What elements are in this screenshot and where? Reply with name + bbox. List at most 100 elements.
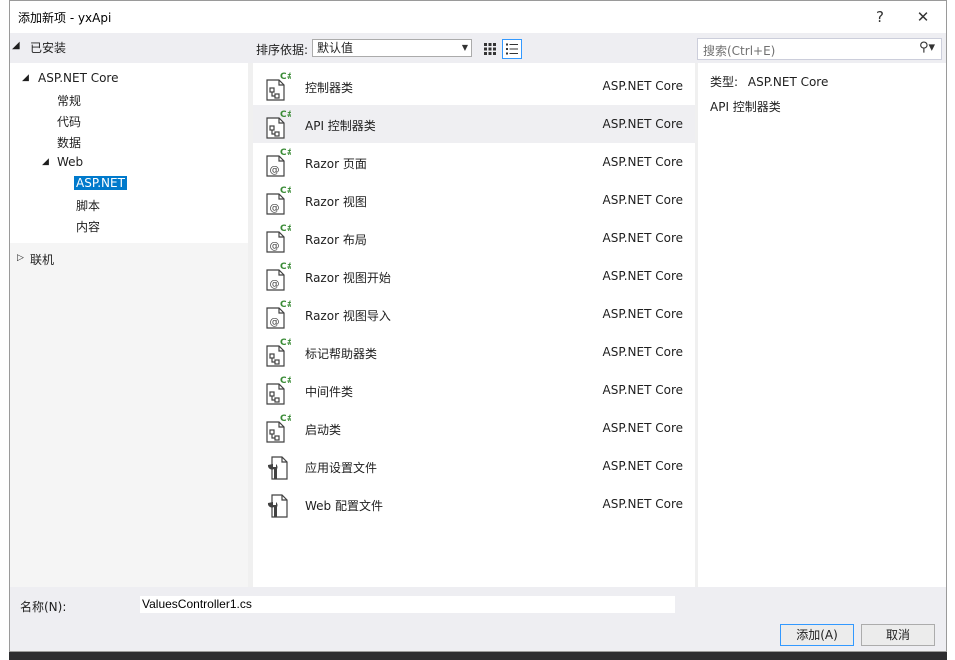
installed-header[interactable]: ◢ 已安装 <box>10 33 248 63</box>
details-pane: 类型: ASP.NET Core API 控制器类 <box>698 63 946 587</box>
template-name: API 控制器类 <box>305 119 376 133</box>
window-title: 添加新项 - yxApi <box>18 11 112 25</box>
template-name: Razor 视图 <box>305 195 367 209</box>
template-row[interactable]: Web 配置文件 ASP.NET Core <box>253 485 695 523</box>
csharp-class-icon: C# <box>265 71 294 101</box>
razor-file-icon: @C# <box>265 185 294 215</box>
svg-text:@: @ <box>270 165 280 176</box>
sort-label: 排序依据: <box>256 43 309 57</box>
template-category: ASP.NET Core <box>602 269 683 283</box>
online-section: ▷ 联机 <box>10 243 248 587</box>
background-ide-left <box>0 0 9 660</box>
template-row[interactable]: @C# Razor 视图开始 ASP.NET Core <box>253 257 695 295</box>
svg-text:@: @ <box>270 203 280 214</box>
svg-text:C#: C# <box>280 414 291 424</box>
tree-node-aspnet[interactable]: ASP.NET <box>74 176 127 190</box>
svg-text:C#: C# <box>280 72 291 82</box>
razor-file-icon: @C# <box>265 147 294 177</box>
template-category: ASP.NET Core <box>602 383 683 397</box>
list-view-button[interactable] <box>502 39 522 59</box>
tree-node-aspnet-core[interactable]: ASP.NET Core <box>38 71 118 85</box>
type-line: 类型: ASP.NET Core <box>710 73 828 90</box>
title-bar: 添加新项 - yxApi ? ✕ <box>10 1 946 33</box>
template-category: ASP.NET Core <box>602 155 683 169</box>
search-icon[interactable]: ⚲▾ <box>919 40 935 55</box>
svg-text:@: @ <box>270 317 280 328</box>
tree-node-online[interactable]: 联机 <box>30 251 54 268</box>
template-description: API 控制器类 <box>710 100 781 114</box>
template-row[interactable]: 应用设置文件 ASP.NET Core <box>253 447 695 485</box>
template-name: 标记帮助器类 <box>305 347 378 361</box>
template-category: ASP.NET Core <box>602 421 683 435</box>
template-category: ASP.NET Core <box>602 79 683 93</box>
collapse-arrow-icon[interactable]: ◢ <box>12 40 20 51</box>
add-new-item-dialog: 添加新项 - yxApi ? ✕ ◢ 已安装 排序依据: 默认值 ▼ 搜索(Ct… <box>9 0 947 652</box>
sort-value: 默认值 <box>317 41 354 55</box>
installed-label: 已安装 <box>30 41 67 55</box>
grid-view-button[interactable] <box>480 39 500 59</box>
list-view-icon <box>506 43 518 55</box>
template-category: ASP.NET Core <box>602 231 683 245</box>
tree-node-script[interactable]: 脚本 <box>76 197 100 214</box>
tree-node-code[interactable]: 代码 <box>57 113 81 130</box>
template-row[interactable]: @C# Razor 视图 ASP.NET Core <box>253 181 695 219</box>
template-category: ASP.NET Core <box>602 459 683 473</box>
add-button[interactable]: 添加(A) <box>780 624 854 646</box>
template-row[interactable]: C# API 控制器类 ASP.NET Core <box>253 105 695 143</box>
template-row[interactable]: C# 中间件类 ASP.NET Core <box>253 371 695 409</box>
svg-text:C#: C# <box>280 300 291 310</box>
template-row[interactable]: C# 控制器类 ASP.NET Core <box>253 67 695 105</box>
template-name: Razor 布局 <box>305 233 367 247</box>
svg-text:C#: C# <box>280 148 291 158</box>
config-file-icon <box>265 451 291 481</box>
template-row[interactable]: @C# Razor 视图导入 ASP.NET Core <box>253 295 695 333</box>
file-name-input[interactable] <box>140 596 675 613</box>
tree-node-content[interactable]: 内容 <box>76 218 100 235</box>
config-file-icon <box>265 489 291 519</box>
razor-file-icon: @C# <box>265 223 294 253</box>
csharp-class-icon: C# <box>265 413 294 443</box>
razor-file-icon: @C# <box>265 299 294 329</box>
svg-text:C#: C# <box>280 110 291 120</box>
search-placeholder: 搜索(Ctrl+E) <box>703 44 776 58</box>
expanded-arrow-icon[interactable]: ◢ <box>22 73 29 83</box>
svg-text:C#: C# <box>280 224 291 234</box>
template-name: Razor 视图导入 <box>305 309 391 323</box>
expanded-arrow-icon[interactable]: ◢ <box>42 157 49 167</box>
template-category: ASP.NET Core <box>602 307 683 321</box>
template-name: 应用设置文件 <box>305 461 378 475</box>
sort-dropdown[interactable]: 默认值 ▼ <box>312 39 472 57</box>
template-category: ASP.NET Core <box>602 117 683 131</box>
background-ide-right <box>947 0 955 660</box>
help-button[interactable]: ? <box>867 5 893 29</box>
template-category: ASP.NET Core <box>602 345 683 359</box>
svg-text:@: @ <box>270 241 280 252</box>
template-name: 中间件类 <box>305 385 354 399</box>
template-row[interactable]: @C# Razor 页面 ASP.NET Core <box>253 143 695 181</box>
type-label: 类型: <box>710 75 739 89</box>
template-list: C# 控制器类 ASP.NET Core C# API 控制器类 ASP.NET Core… <box>253 63 695 587</box>
svg-text:C#: C# <box>280 376 291 386</box>
svg-text:@: @ <box>270 279 280 290</box>
footer: 名称(N): 添加(A) 取消 <box>10 587 946 651</box>
svg-text:C#: C# <box>280 262 291 272</box>
template-name: 启动类 <box>305 423 342 437</box>
csharp-class-icon: C# <box>265 375 294 405</box>
tree-node-web[interactable]: Web <box>57 155 83 169</box>
type-value: ASP.NET Core <box>747 75 829 89</box>
template-name: Razor 视图开始 <box>305 271 391 285</box>
search-box[interactable]: 搜索(Ctrl+E) ⚲▾ <box>697 38 942 60</box>
close-button[interactable]: ✕ <box>910 5 936 29</box>
tree-node-general[interactable]: 常规 <box>57 92 81 109</box>
template-row[interactable]: C# 启动类 ASP.NET Core <box>253 409 695 447</box>
template-row[interactable]: C# 标记帮助器类 ASP.NET Core <box>253 333 695 371</box>
svg-text:C#: C# <box>280 186 291 196</box>
collapsed-arrow-icon[interactable]: ▷ <box>17 253 24 263</box>
template-name: Razor 页面 <box>305 157 367 171</box>
svg-text:C#: C# <box>280 338 291 348</box>
razor-file-icon: @C# <box>265 261 294 291</box>
template-row[interactable]: @C# Razor 布局 ASP.NET Core <box>253 219 695 257</box>
tree-node-data[interactable]: 数据 <box>57 134 81 151</box>
template-tree: ◢ ASP.NET Core 常规 代码 数据 ◢ Web ASP.NET 脚本… <box>10 63 248 243</box>
cancel-button[interactable]: 取消 <box>861 624 935 646</box>
